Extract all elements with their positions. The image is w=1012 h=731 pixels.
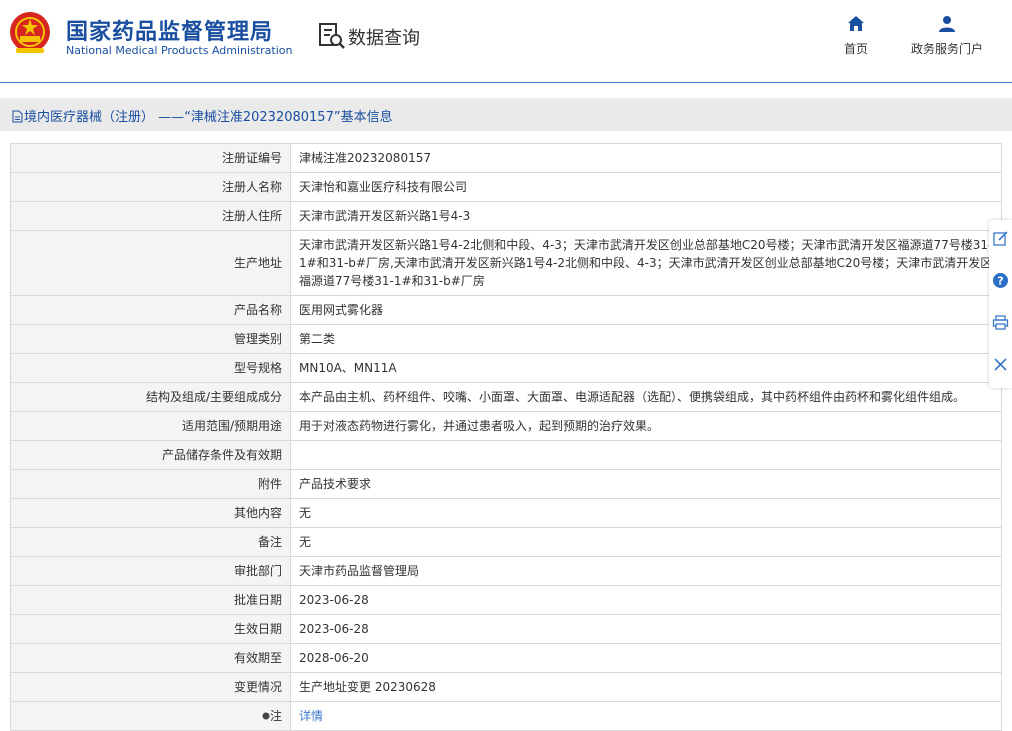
row-value: 用于对液态药物进行雾化，并通过患者吸入，起到预期的治疗效果。 [290,411,1002,441]
edit-icon[interactable] [992,230,1009,247]
row-key: 产品名称 [10,295,291,325]
nav-home-label: 首页 [844,42,869,56]
row-value: 2023-06-28 [290,585,1002,615]
nav-home[interactable]: 首页 [844,14,868,57]
row-key: 有效期至 [10,643,291,673]
row-value: 第二类 [290,324,1002,354]
table-row: 有效期至 2028-06-20 [10,643,1002,673]
data-query-label: 数据查询 [348,28,420,49]
table-row: 注册人住所 天津市武清开发区新兴路1号4-3 [10,201,1002,231]
table-row: 注册人名称 天津怡和嘉业医疗科技有限公司 [10,172,1002,202]
row-value: 天津市武清开发区新兴路1号4-3 [290,201,1002,231]
document-search-icon [319,23,345,49]
table-row: 其他内容无 [10,498,1002,528]
breadcrumb: 境内医疗器械（注册） ——“津械注准20232080157”基本信息 [12,106,393,125]
table-row: 附件 产品技术要求 [10,469,1002,499]
row-key: 注册人名称 [10,172,291,202]
breadcrumb-bar: 境内医疗器械（注册） ——“津械注准20232080157”基本信息 [0,98,1012,131]
row-key: 型号规格 [10,353,291,383]
org-name-en[interactable]: National Medical Products Administration [66,44,292,57]
row-value: 医用网式雾化器 [290,295,1002,325]
row-value: 津械注准20232080157 [290,143,1002,173]
row-key: 适用范围/预期用途 [10,411,291,441]
table-row: 产品名称 医用网式雾化器 [10,295,1002,325]
table-row: 产品储存条件及有效期 [10,440,1002,470]
row-key: 生效日期 [10,614,291,644]
national-emblem-icon [10,12,50,53]
home-icon [848,16,864,31]
nav-service-portal[interactable]: 政务服务门户 [911,14,983,57]
table-row: 注 详情 [10,701,1002,731]
table-row: 批准日期 2023-06-28 [10,585,1002,615]
device-info-table: 注册证编号 津械注准20232080157 注册人名称 天津怡和嘉业医疗科技有限公司… [10,143,1002,731]
help-icon[interactable]: ? [992,272,1009,289]
row-value: 产品技术要求 [290,469,1002,499]
row-value: 本产品由主机、药杯组件、咬嘴、小面罩、大面罩、电源适配器（选配）、便携袋组成，其… [290,382,1002,412]
table-row: 管理类别 第二类 [10,324,1002,354]
site-header: 国家药品监督管理局 National Medical Products Admi… [0,0,1012,83]
table-row: 备注无 [10,527,1002,557]
row-key: 注册人住所 [10,201,291,231]
row-key: 结构及组成/主要组成成分 [10,382,291,412]
row-value: 2023-06-28 [290,614,1002,644]
row-key: 其他内容 [10,498,291,528]
row-value: 无 [290,498,1002,528]
row-value: 无 [290,527,1002,557]
row-key: 注册证编号 [10,143,291,173]
row-value: 天津市武清开发区新兴路1号4-2北侧和中段、4-3；天津市武清开发区创业总部基地… [290,230,1002,296]
table-row: 生产地址 天津市武清开发区新兴路1号4-2北侧和中段、4-3；天津市武清开发区创业… [10,230,1002,296]
row-key: 产品储存条件及有效期 [10,440,291,470]
table-row: 注册证编号 津械注准20232080157 [10,143,1002,173]
user-icon [939,16,955,32]
print-icon[interactable] [992,314,1009,331]
table-row: 审批部门 天津市药品监督管理局 [10,556,1002,586]
org-name-cn[interactable]: 国家药品监督管理局 [66,14,273,46]
row-value: 2028-06-20 [290,643,1002,673]
note-key-label: 注 [269,709,282,723]
row-value: 天津市药品监督管理局 [290,556,1002,586]
row-key: 附件 [10,469,291,499]
row-key: 备注 [10,527,291,557]
row-key: 批准日期 [10,585,291,615]
row-key: 审批部门 [10,556,291,586]
table-row: 变更情况 生产地址变更 20230628 [10,672,1002,702]
row-value: 生产地址变更 20230628 [290,672,1002,702]
nav-service-portal-label: 政务服务门户 [911,42,984,56]
row-key: 管理类别 [10,324,291,354]
table-row: 适用范围/预期用途 用于对液态药物进行雾化，并通过患者吸入，起到预期的治疗效果。 [10,411,1002,441]
breadcrumb-text: 境内医疗器械（注册） ——“津械注准20232080157”基本信息 [24,110,393,125]
row-value: 天津怡和嘉业医疗科技有限公司 [290,172,1002,202]
svg-text:?: ? [997,275,1003,288]
note-value: 详情 [290,701,1002,731]
row-key: 变更情况 [10,672,291,702]
table-row: 结构及组成/主要组成成分 本产品由主机、药杯组件、咬嘴、小面罩、大面罩、电源适配器… [10,382,1002,412]
table-row: 生效日期 2023-06-28 [10,614,1002,644]
side-toolbar: ? [989,220,1012,388]
row-value: MN10A、MN11A [290,353,1002,383]
details-link[interactable]: 详情 [299,709,323,723]
row-key: 生产地址 [10,230,291,296]
note-dot-icon [262,712,270,720]
row-value [290,440,1002,470]
note-key: 注 [10,701,291,731]
table-row: 型号规格 MN10A、MN11A [10,353,1002,383]
document-icon [12,110,23,123]
close-icon[interactable] [992,356,1009,373]
